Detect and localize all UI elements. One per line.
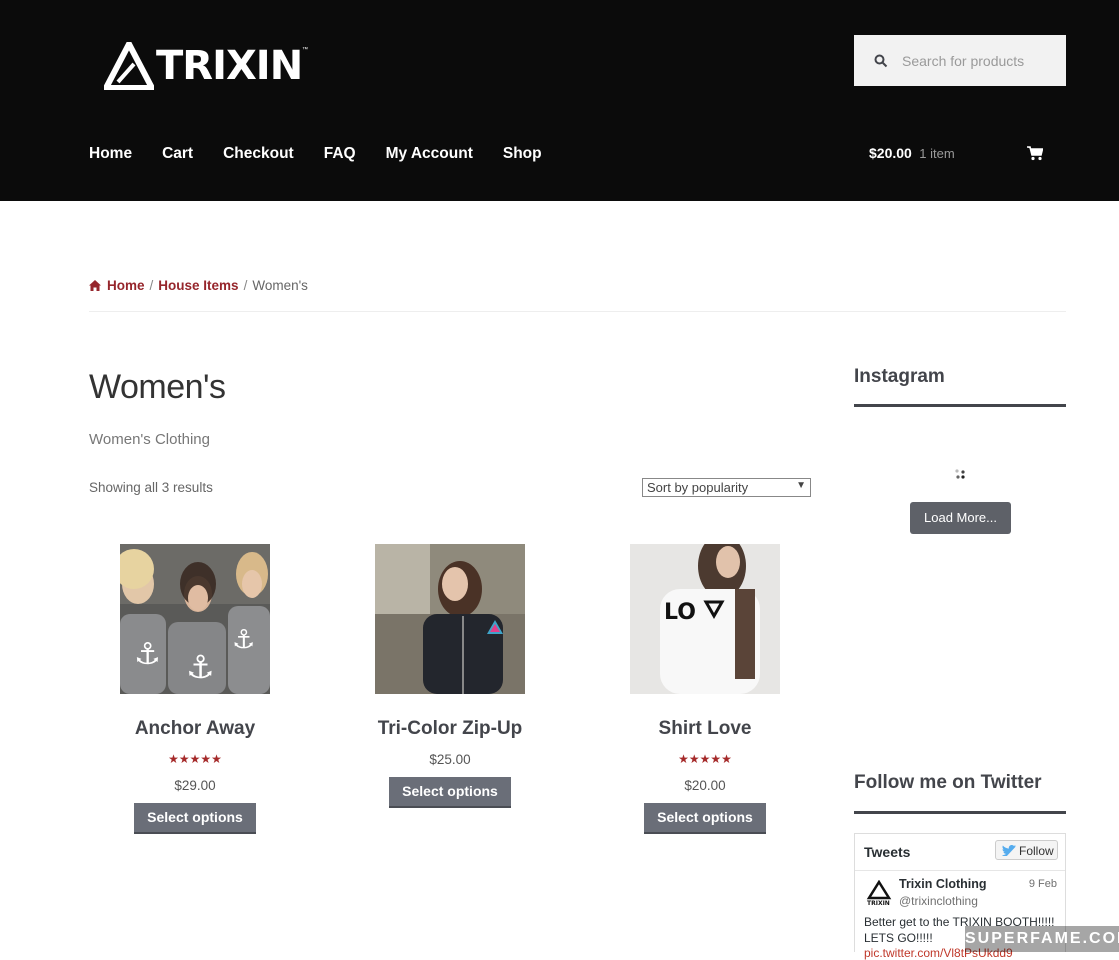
product-card: Tri-Color Zip-Up $25.00 Select options [345, 544, 555, 808]
select-options-button[interactable]: Select options [389, 777, 511, 808]
nav-shop[interactable]: Shop [503, 144, 542, 164]
nav-cart[interactable]: Cart [162, 144, 193, 164]
loading-spinner-icon [955, 469, 965, 479]
svg-text:TRIXIN: TRIXIN [867, 900, 890, 906]
svg-text:⚓: ⚓ [186, 648, 215, 686]
home-icon [89, 280, 101, 291]
search-icon[interactable] [874, 54, 888, 68]
category-description: Women's Clothing [89, 431, 210, 448]
watermark: SUPERFAME.COM [965, 926, 1119, 952]
search-input[interactable] [900, 51, 1064, 70]
nav-faq[interactable]: FAQ [324, 144, 356, 164]
love-shirt-photo: LO [630, 544, 780, 694]
product-price: $20.00 [684, 778, 726, 793]
follow-label: Follow [1019, 844, 1054, 858]
triangle-logo-icon [104, 42, 154, 90]
instagram-widget-title: Instagram [854, 366, 945, 387]
nav-my-account[interactable]: My Account [386, 144, 473, 164]
tweets-heading: Tweets [864, 844, 911, 860]
site-header: TRIXIN ™ Home Cart Checkout FAQ My Accou… [0, 0, 1119, 201]
tweet-author-handle[interactable]: @trixinclothing [899, 894, 978, 908]
nav-checkout[interactable]: Checkout [223, 144, 294, 164]
product-card: ⚓ ⚓ ⚓ Anchor Away ★★★★★ $29.00 Select op… [90, 544, 300, 834]
product-image[interactable]: LO [630, 544, 780, 694]
product-search [854, 35, 1066, 86]
twitter-bird-icon [1002, 845, 1016, 856]
product-price: $25.00 [429, 752, 471, 767]
breadcrumb-separator: / [149, 278, 154, 293]
widget-title-rule [854, 404, 1066, 407]
breadcrumb-house-items[interactable]: House Items [158, 278, 238, 293]
dropdown-arrow-icon: ▼ [796, 480, 806, 491]
site-logo[interactable]: TRIXIN ™ [104, 42, 308, 90]
nav-home[interactable]: Home [89, 144, 132, 164]
cart-count: 1 item [919, 146, 955, 161]
product-name[interactable]: Tri-Color Zip-Up [345, 718, 555, 740]
product-name[interactable]: Shirt Love [600, 718, 810, 740]
svg-text:⚓: ⚓ [232, 625, 255, 655]
breadcrumb-current: Women's [252, 278, 308, 293]
star-rating: ★★★★★ [168, 752, 222, 766]
header-cart[interactable]: $20.00 1 item [869, 145, 1049, 165]
widget-title-rule [854, 811, 1066, 814]
tweets-divider [855, 870, 1065, 871]
shopping-cart-icon[interactable] [1027, 146, 1043, 161]
result-count: Showing all 3 results [89, 480, 213, 495]
tweet-author-name[interactable]: Trixin Clothing [899, 877, 987, 891]
breadcrumb: Home / House Items / Women's [89, 278, 308, 293]
tweet-date[interactable]: 9 Feb [1029, 878, 1057, 890]
twitter-follow-button[interactable]: Follow [995, 840, 1058, 860]
breadcrumb-home[interactable]: Home [107, 278, 145, 293]
product-image[interactable] [375, 544, 525, 694]
select-options-button[interactable]: Select options [644, 803, 766, 834]
product-card: LO Shirt Love ★★★★★ $20.00 Select option… [600, 544, 810, 834]
product-price: $29.00 [174, 778, 216, 793]
twitter-widget-title: Follow me on Twitter [854, 772, 1042, 793]
page-title: Women's [89, 368, 226, 406]
anchor-sweatshirt-photo: ⚓ ⚓ ⚓ [120, 544, 270, 694]
sort-select[interactable]: Sort by popularity ▼ [642, 478, 811, 497]
star-rating: ★★★★★ [678, 752, 732, 766]
sort-selected-value: Sort by popularity [647, 480, 749, 495]
svg-text:LO: LO [664, 600, 696, 625]
cart-amount: $20.00 [869, 145, 912, 161]
primary-navigation: Home Cart Checkout FAQ My Account Shop [89, 144, 572, 164]
product-image[interactable]: ⚓ ⚓ ⚓ [120, 544, 270, 694]
breadcrumb-separator: / [243, 278, 248, 293]
product-name[interactable]: Anchor Away [90, 718, 300, 740]
zip-up-hoodie-photo [375, 544, 525, 694]
breadcrumb-divider [89, 311, 1066, 312]
svg-text:⚓: ⚓ [134, 637, 161, 672]
select-options-button[interactable]: Select options [134, 803, 256, 834]
trademark-mark: ™ [302, 47, 309, 53]
brand-name: TRIXIN [156, 43, 303, 89]
avatar[interactable]: TRIXIN [866, 880, 892, 906]
load-more-button[interactable]: Load More... [910, 502, 1011, 534]
